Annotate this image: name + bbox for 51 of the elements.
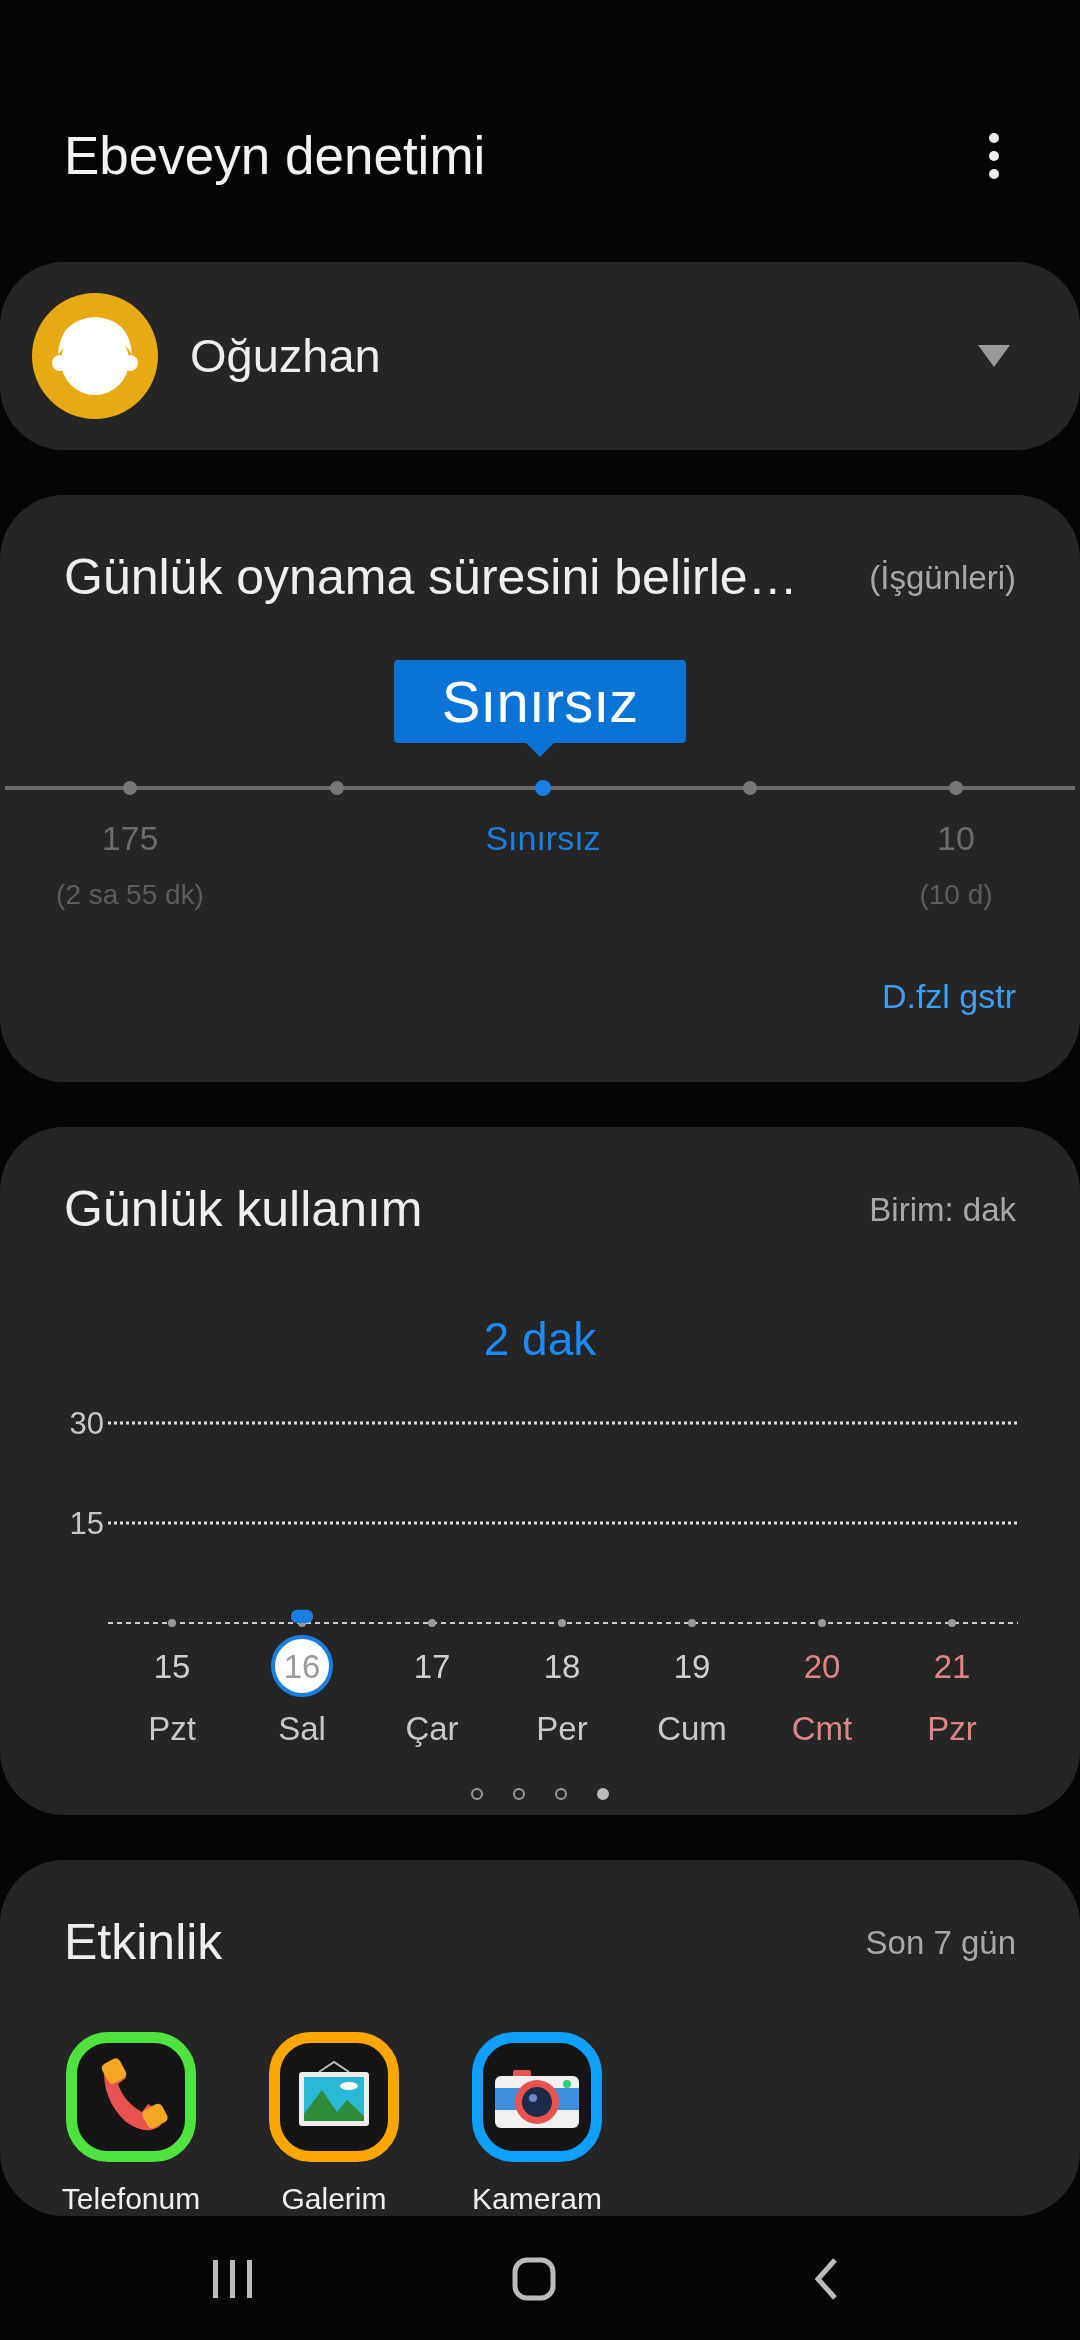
weekday-label: Çar bbox=[405, 1710, 459, 1747]
day-number[interactable]: 18 bbox=[543, 1648, 581, 1685]
day-number[interactable]: 17 bbox=[413, 1648, 451, 1685]
value-tooltip: Sınırsız bbox=[393, 660, 687, 757]
dropdown-caret-icon bbox=[978, 345, 1010, 367]
page-indicator-dot[interactable] bbox=[471, 1788, 483, 1800]
app-icon[interactable] bbox=[269, 2032, 399, 2162]
unit-label: Birim: dak bbox=[869, 1189, 1016, 1230]
app-name: Telefonum bbox=[61, 2181, 201, 2217]
card-title: Günlük kullanım bbox=[64, 1180, 423, 1239]
weekday-label: Pzr bbox=[927, 1710, 977, 1747]
day-number[interactable]: 20 bbox=[803, 1648, 841, 1685]
page-indicator-dot[interactable] bbox=[513, 1788, 525, 1800]
slider-value: Sınırsız bbox=[485, 818, 601, 859]
app-name: Kameram bbox=[472, 2181, 603, 2217]
slider-stop[interactable] bbox=[123, 781, 137, 795]
weekday-label: Cmt bbox=[791, 1710, 853, 1747]
slider-value: 10 bbox=[937, 818, 975, 859]
app-icon[interactable] bbox=[472, 2032, 602, 2162]
recent-apps-icon[interactable] bbox=[211, 2258, 255, 2300]
weekday-label: Per bbox=[536, 1710, 588, 1747]
profile-name: Oğuzhan bbox=[190, 327, 382, 384]
more-options-icon[interactable] bbox=[986, 132, 1002, 180]
back-icon[interactable] bbox=[813, 2257, 839, 2301]
slider-thumb[interactable] bbox=[535, 780, 551, 796]
page-indicator-dot[interactable] bbox=[555, 1788, 567, 1800]
weekday-label: Sal bbox=[278, 1710, 326, 1747]
screen-title: Ebeveyn denetimi bbox=[64, 125, 486, 188]
page-indicator-dot[interactable] bbox=[597, 1788, 609, 1800]
usage-total: 2 dak bbox=[482, 1312, 598, 1367]
day-number[interactable]: 19 bbox=[673, 1648, 711, 1685]
days-label: (İşgünleri) bbox=[869, 557, 1016, 598]
axis-tick-label: 15 bbox=[69, 1506, 104, 1541]
app-icon[interactable] bbox=[66, 2032, 196, 2162]
period-label: Son 7 gün bbox=[865, 1922, 1016, 1963]
slider-stop[interactable] bbox=[742, 781, 757, 795]
home-icon[interactable] bbox=[512, 2257, 556, 2301]
day-number[interactable]: 15 bbox=[153, 1648, 191, 1685]
slider-stop[interactable] bbox=[949, 781, 963, 795]
weekday-label: Pzt bbox=[148, 1710, 196, 1747]
slider-value: 175 bbox=[101, 818, 159, 859]
show-more-link[interactable]: D.fzl gstr bbox=[881, 971, 1016, 1022]
day-number[interactable]: 21 bbox=[933, 1648, 971, 1685]
usage-bar bbox=[291, 1609, 313, 1623]
card-title: Etkinlik bbox=[64, 1913, 223, 1972]
card-title: Günlük oynama süresini belirle… bbox=[64, 548, 798, 607]
app-name: Galerim bbox=[281, 2181, 387, 2217]
weekday-label: Cum bbox=[657, 1710, 727, 1747]
axis-tick-label: 30 bbox=[69, 1406, 104, 1441]
slider-stop[interactable] bbox=[329, 781, 344, 795]
profile-selector[interactable]: Oğuzhan bbox=[0, 262, 1080, 450]
